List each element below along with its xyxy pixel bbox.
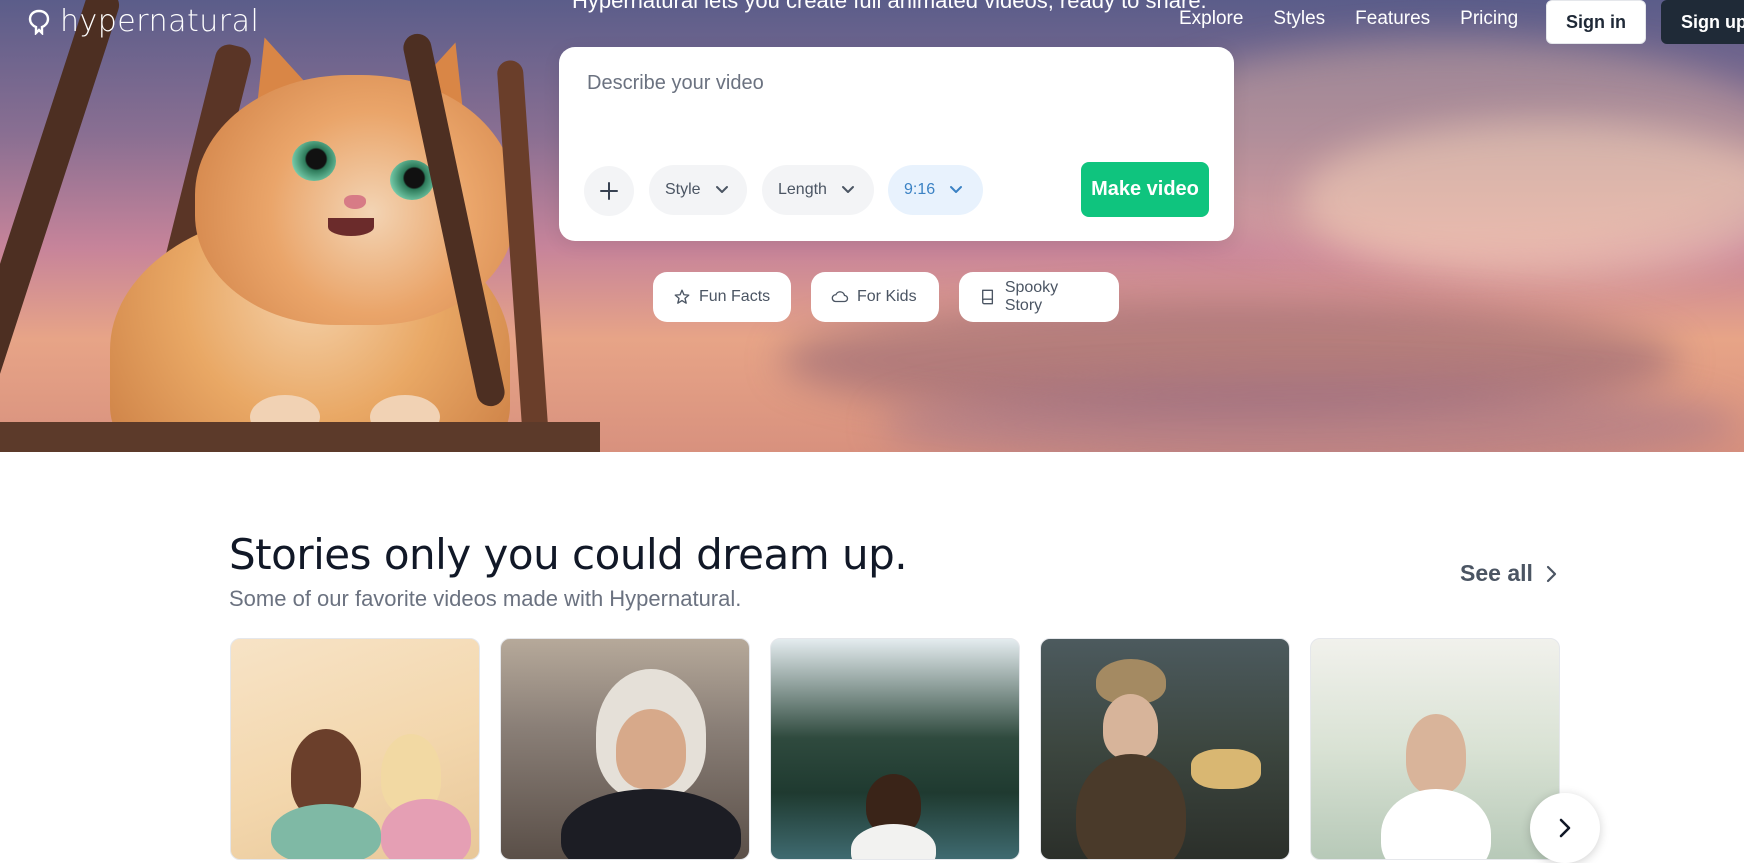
sign-up-button[interactable]: Sign up — [1661, 0, 1744, 44]
see-all-label: See all — [1460, 560, 1533, 586]
video-thumbnail[interactable] — [770, 638, 1020, 860]
thumbnail-figure — [851, 824, 936, 859]
nav-link-styles[interactable]: Styles — [1273, 8, 1325, 30]
video-thumbnail[interactable] — [500, 638, 750, 860]
chevron-right-icon — [1559, 818, 1571, 838]
aspect-ratio-label: 9:16 — [904, 181, 936, 198]
nav-link-explore[interactable]: Explore — [1179, 8, 1243, 30]
section-title: Stories only you could dream up. — [229, 530, 908, 579]
thumbnail-figure — [616, 709, 686, 789]
chevron-right-icon — [1546, 565, 1556, 582]
suggestion-chip-fun-facts[interactable]: Fun Facts — [653, 272, 791, 322]
length-dropdown[interactable]: Length — [762, 165, 874, 215]
video-thumbnail[interactable] — [230, 638, 480, 860]
basket-rope — [0, 0, 123, 425]
nav-link-pricing[interactable]: Pricing — [1460, 8, 1518, 30]
thumbnail-figure — [1406, 714, 1466, 794]
chevron-down-icon — [950, 186, 963, 193]
thumbnail-figure — [271, 804, 381, 859]
brand-logo[interactable]: hypernatural — [28, 4, 259, 39]
make-video-button[interactable]: Make video — [1081, 162, 1209, 217]
carousel-next-button[interactable] — [1530, 793, 1600, 863]
aspect-ratio-dropdown[interactable]: 9:16 — [888, 165, 983, 215]
sign-in-button[interactable]: Sign in — [1546, 0, 1646, 44]
basket-rim — [0, 422, 600, 452]
chip-label: Fun Facts — [699, 288, 771, 305]
thumbnail-figure — [1191, 749, 1261, 789]
chip-label: For Kids — [857, 288, 917, 305]
star-icon — [674, 289, 690, 304]
cloud-icon — [831, 291, 849, 303]
chevron-down-icon — [715, 186, 728, 193]
video-prompt-input[interactable] — [585, 71, 1189, 96]
plus-icon — [600, 182, 618, 200]
style-dropdown[interactable]: Style — [649, 165, 747, 215]
thumbnail-figure — [1103, 694, 1158, 759]
suggestion-chip-spooky-story[interactable]: Spooky Story — [959, 272, 1119, 322]
thumbnail-figure — [381, 799, 471, 859]
style-label: Style — [665, 181, 701, 198]
cat-eye — [292, 141, 336, 181]
add-attachment-button[interactable] — [584, 166, 634, 216]
chevron-down-icon — [841, 186, 854, 193]
length-label: Length — [778, 181, 827, 198]
thumbnail-figure — [1076, 754, 1186, 859]
book-icon — [982, 289, 994, 305]
see-all-link[interactable]: See all — [1460, 560, 1557, 587]
prompt-card: Style Length 9:16 Make video — [559, 47, 1234, 241]
section-subtitle: Some of our favorite videos made with Hy… — [229, 586, 742, 611]
chip-label: Spooky Story — [1004, 279, 1059, 314]
nav-link-features[interactable]: Features — [1355, 8, 1430, 30]
thumbnail-figure — [1381, 789, 1491, 859]
brand-name: hypernatural — [60, 4, 260, 39]
suggestion-chip-for-kids[interactable]: For Kids — [811, 272, 939, 322]
cat-nose — [344, 195, 366, 209]
thumbnail-figure — [561, 789, 741, 859]
video-thumbnail[interactable] — [1310, 638, 1560, 860]
hero-tagline: Hypernatural lets you create full animat… — [572, 0, 1207, 13]
main-nav: Explore Styles Features Pricing — [1179, 8, 1518, 30]
video-thumbnail[interactable] — [1040, 638, 1290, 860]
logo-icon — [28, 9, 50, 35]
cat-mouth — [328, 218, 374, 236]
